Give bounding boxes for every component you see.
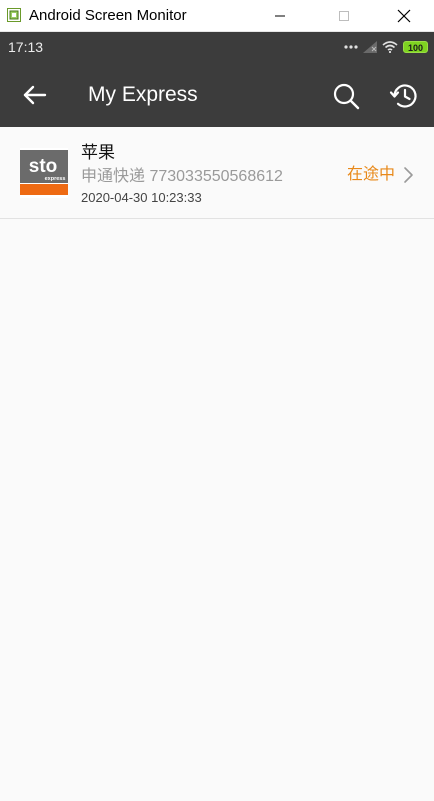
status-time: 17:13 [8, 39, 44, 55]
battery-indicator: 100 [403, 41, 428, 53]
window-title: Android Screen Monitor [29, 7, 187, 24]
sto-express-logo: sto express [20, 148, 68, 198]
svg-text:express: express [45, 176, 66, 182]
android-monitor-icon [7, 8, 21, 22]
close-icon[interactable] [380, 0, 426, 32]
tracking-number: 申通快递 773033550568612 [81, 168, 283, 185]
dots-icon [344, 45, 358, 49]
minimize-icon[interactable] [257, 0, 303, 32]
wifi-icon [382, 41, 398, 53]
arrow-left-icon[interactable] [20, 80, 50, 110]
item-timestamp: 2020-04-30 10:23:33 [81, 190, 202, 205]
app-bar: My Express [0, 62, 434, 127]
status-badge: 在途中 [347, 166, 396, 183]
svg-text:sto: sto [29, 156, 58, 177]
maximize-icon[interactable] [321, 0, 367, 32]
chevron-right-icon [404, 167, 413, 183]
status-bar: 17:13 100 [0, 32, 434, 62]
item-name: 苹果 [81, 143, 115, 162]
page-title: My Express [88, 83, 198, 106]
history-icon[interactable] [388, 80, 420, 112]
window-title-bar: Android Screen Monitor [0, 0, 434, 32]
signal-icon [363, 41, 377, 53]
search-icon[interactable] [330, 80, 362, 112]
list-item[interactable]: sto express 苹果 申通快递 773033550568612 2020… [0, 127, 434, 219]
status-icons: 100 [344, 40, 428, 54]
